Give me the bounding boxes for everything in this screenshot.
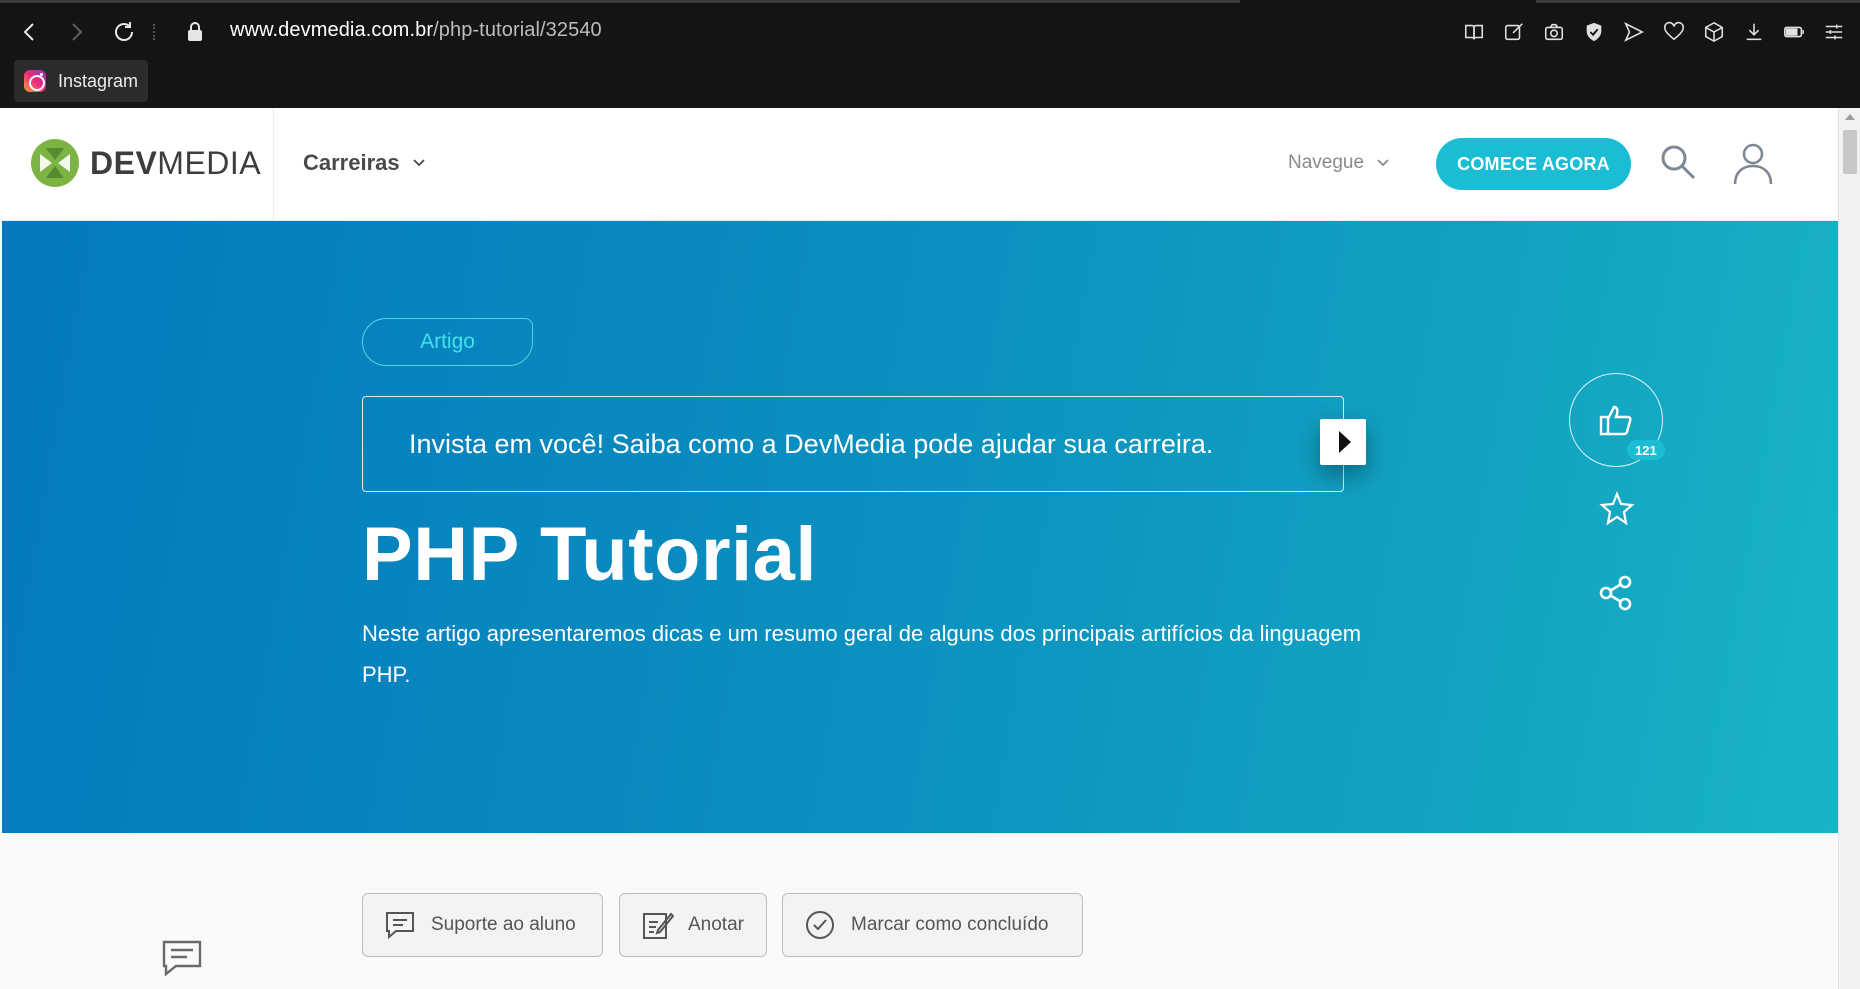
mark-complete-label: Marcar como concluído bbox=[851, 914, 1049, 935]
battery-icon[interactable] bbox=[1778, 16, 1810, 48]
back-icon bbox=[23, 23, 34, 41]
search-icon[interactable] bbox=[1658, 142, 1698, 182]
tab-strip bbox=[0, 0, 1240, 3]
scroll-up-arrow[interactable] bbox=[1845, 114, 1855, 120]
user-icon[interactable] bbox=[1730, 140, 1776, 186]
chevron-down-icon bbox=[1377, 159, 1389, 167]
bookmark-instagram[interactable]: Instagram bbox=[14, 60, 149, 102]
devmedia-logo[interactable]: DEVMEDIA bbox=[30, 138, 261, 188]
edit-icon[interactable] bbox=[1498, 16, 1530, 48]
page-scrollbar[interactable] bbox=[1838, 108, 1860, 989]
shield-icon[interactable] bbox=[1578, 16, 1610, 48]
url-path: /php-tutorial/32540 bbox=[433, 19, 602, 41]
notepad-icon bbox=[643, 912, 674, 939]
download-icon[interactable] bbox=[1738, 16, 1770, 48]
page-title: PHP Tutorial bbox=[362, 512, 818, 597]
heart-icon[interactable] bbox=[1658, 16, 1690, 48]
logo-text: DEVMEDIA bbox=[90, 144, 262, 181]
annotate-button[interactable]: Anotar bbox=[619, 893, 767, 957]
chevron-down-icon bbox=[413, 159, 425, 167]
star-icon[interactable] bbox=[1597, 489, 1637, 529]
carreiras-label: Carreiras bbox=[303, 150, 400, 175]
reader-icon[interactable] bbox=[1458, 16, 1490, 48]
promo-text: Invista em você! Saiba como a DevMedia p… bbox=[409, 428, 1214, 459]
forward-button[interactable] bbox=[58, 14, 94, 50]
navegue-label: Navegue bbox=[1288, 152, 1365, 173]
support-button[interactable]: Suporte ao aluno bbox=[362, 893, 603, 957]
annotate-label: Anotar bbox=[688, 914, 744, 935]
send-icon[interactable] bbox=[1618, 16, 1650, 48]
play-icon bbox=[1339, 431, 1351, 453]
promo-play-button[interactable] bbox=[1320, 419, 1366, 465]
page-viewport: DEVMEDIA Carreiras Navegue COMECE AGORA … bbox=[0, 108, 1860, 989]
like-count-badge: 121 bbox=[1627, 440, 1665, 460]
toolbar-separator bbox=[153, 24, 156, 40]
support-label: Suporte ao aluno bbox=[431, 914, 576, 935]
reload-button[interactable] bbox=[106, 14, 142, 50]
browser-toolbar: www.devmedia.com.br/php-tutorial/32540 I… bbox=[0, 0, 1860, 108]
hero-banner: Artigo Invista em você! Saiba como a Dev… bbox=[2, 221, 1838, 833]
devmedia-logo-icon bbox=[31, 139, 79, 187]
thumbs-up-icon bbox=[1599, 405, 1632, 436]
camera-icon[interactable] bbox=[1538, 16, 1570, 48]
comece-agora-button[interactable]: COMECE AGORA bbox=[1436, 138, 1631, 190]
instagram-icon bbox=[24, 70, 46, 92]
chat-icon bbox=[386, 912, 414, 940]
back-button[interactable] bbox=[12, 14, 48, 50]
check-circle-icon bbox=[806, 911, 834, 939]
header-divider bbox=[273, 108, 274, 221]
forward-icon bbox=[72, 23, 83, 41]
article-description: Neste artigo apresentaremos dicas e um r… bbox=[362, 621, 1362, 687]
toolbar-icons bbox=[1458, 16, 1850, 48]
url-host: www.devmedia.com.br bbox=[230, 19, 434, 41]
article-badge: Artigo bbox=[362, 318, 533, 366]
menu-icon[interactable] bbox=[1818, 16, 1850, 48]
tab-strip-right bbox=[1536, 0, 1860, 3]
share-icon[interactable] bbox=[1596, 573, 1636, 613]
site-header: DEVMEDIA Carreiras Navegue COMECE AGORA bbox=[0, 108, 1838, 221]
address-bar[interactable]: www.devmedia.com.br/php-tutorial/32540 bbox=[230, 19, 602, 42]
comments-icon[interactable] bbox=[160, 938, 204, 978]
reload-icon bbox=[115, 22, 133, 41]
article-content: Suporte ao aluno Anotar Marcar como conc… bbox=[0, 833, 1838, 989]
scroll-thumb[interactable] bbox=[1843, 130, 1857, 174]
lock-icon[interactable] bbox=[183, 20, 207, 44]
carreiras-menu[interactable]: Carreiras bbox=[303, 150, 426, 176]
bookmark-label: Instagram bbox=[58, 70, 139, 91]
navegue-menu[interactable]: Navegue bbox=[1288, 152, 1390, 174]
mark-complete-button[interactable]: Marcar como concluído bbox=[782, 893, 1083, 957]
promo-banner[interactable]: Invista em você! Saiba como a DevMedia p… bbox=[362, 396, 1344, 492]
cube-icon[interactable] bbox=[1698, 16, 1730, 48]
